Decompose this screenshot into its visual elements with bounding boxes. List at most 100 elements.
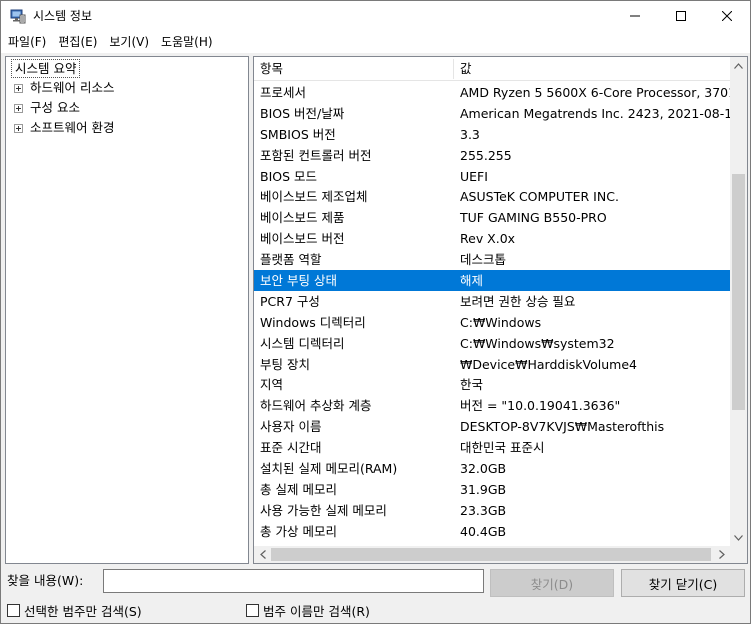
expand-plus-icon[interactable] — [14, 104, 23, 113]
list-row[interactable]: Windows 디렉터리 C:₩Windows — [254, 312, 730, 333]
row-item-name: 보안 부팅 상태 — [260, 273, 337, 289]
row-item-value: 23.3GB — [460, 502, 507, 518]
list-row[interactable]: 프로세서 AMD Ryzen 5 5600X 6-Core Processor, … — [254, 82, 740, 103]
row-item-value: ₩Device₩HarddiskVolume4 — [460, 356, 637, 372]
row-item-name: 사용 가능한 실제 메모리 — [260, 502, 387, 518]
list-row[interactable]: 시스템 디렉터리 C:₩Windows₩system32 — [254, 333, 730, 354]
list-row[interactable]: 표준 시간대 대한민국 표준시 — [254, 437, 730, 458]
title-bar: 시스템 정보 — [1, 1, 750, 31]
row-item-value: C:₩Windows₩system32 — [460, 335, 615, 351]
category-tree[interactable]: 시스템 요약 하드웨어 리소스 구성 요소 소프트웨어 환경 — [5, 56, 249, 564]
row-item-name: BIOS 버전/날짜 — [260, 105, 345, 121]
list-row[interactable]: 베이스보드 버전 Rev X.0x — [254, 228, 730, 249]
scroll-up-icon[interactable] — [730, 57, 747, 74]
row-item-name: 프로세서 — [260, 85, 307, 100]
row-item-name: Windows 디렉터리 — [260, 314, 366, 330]
details-list: 항목 값 프로세서 AMD Ryzen 5 5600X 6-Core Proces… — [253, 56, 748, 564]
system-info-app-icon — [10, 8, 26, 24]
row-item-value: 한국 — [460, 377, 484, 393]
minimize-icon — [630, 15, 640, 17]
search-selected-category-option[interactable]: 선택한 범주만 검색(S) — [7, 601, 142, 620]
row-item-value: 보려면 권한 상승 필요 — [460, 293, 576, 309]
list-row[interactable]: SMBIOS 버전 3.3 — [254, 124, 730, 145]
list-row[interactable]: 플랫폼 역할 데스크톱 — [254, 249, 730, 270]
horizontal-scrollbar[interactable] — [254, 546, 730, 563]
row-item-value: UEFI — [460, 168, 488, 184]
list-row[interactable]: 총 가상 메모리 40.4GB — [254, 521, 730, 542]
list-row[interactable]: BIOS 모드 UEFI — [254, 166, 730, 187]
row-item-name: 총 실제 메모리 — [260, 481, 337, 497]
row-item-value: AMD Ryzen 5 5600X 6-Core Processor, 3701… — [460, 85, 740, 100]
list-row[interactable]: 베이스보드 제조업체 ASUSTeK COMPUTER INC. — [254, 186, 730, 207]
menu-edit[interactable]: 편집(E) — [53, 32, 102, 52]
list-row[interactable]: 지역 한국 — [254, 374, 730, 395]
list-row[interactable]: 보안 부팅 상태 해제 — [254, 270, 730, 291]
scroll-left-icon[interactable] — [254, 546, 271, 563]
menu-view[interactable]: 보기(V) — [104, 32, 154, 52]
row-item-value: 대한민국 표준시 — [460, 440, 545, 456]
list-row[interactable]: 총 실제 메모리 31.9GB — [254, 479, 730, 500]
row-item-value: 255.255 — [460, 147, 512, 163]
search-selected-category-checkbox[interactable] — [7, 604, 20, 617]
expand-plus-icon[interactable] — [14, 84, 23, 93]
search-category-names-option[interactable]: 범주 이름만 검색(R) — [246, 601, 370, 620]
column-divider[interactable] — [453, 59, 454, 79]
list-row[interactable]: 하드웨어 추상화 계층 버전 = "10.0.19041.3636" — [254, 395, 730, 416]
search-category-names-checkbox[interactable] — [246, 604, 259, 617]
find-input[interactable] — [103, 569, 484, 593]
row-item-value: 32.0GB — [460, 461, 507, 477]
list-row[interactable]: 베이스보드 제품 TUF GAMING B550-PRO — [254, 207, 730, 228]
tree-root-label: 시스템 요약 — [11, 59, 81, 78]
column-header-value[interactable]: 값 — [460, 60, 472, 78]
list-row[interactable]: BIOS 버전/날짜 American Megatrends Inc. 2423,… — [254, 103, 740, 124]
search-category-names-label: 범주 이름만 검색(R) — [263, 604, 370, 619]
row-item-name: 시스템 디렉터리 — [260, 335, 345, 351]
list-row[interactable]: 포함된 컨트롤러 버전 255.255 — [254, 145, 730, 166]
list-header: 항목 값 — [254, 57, 730, 81]
search-selected-category-label: 선택한 범주만 검색(S) — [24, 604, 142, 619]
close-find-button[interactable]: 찾기 닫기(C) — [621, 569, 745, 597]
row-item-name: 사용자 이름 — [260, 419, 322, 435]
list-row[interactable]: 부팅 장치 ₩Device₩HarddiskVolume4 — [254, 354, 730, 375]
vertical-scroll-thumb[interactable] — [732, 174, 745, 410]
maximize-icon — [676, 11, 686, 21]
row-item-name: 표준 시간대 — [260, 440, 322, 456]
menu-help[interactable]: 도움말(H) — [156, 32, 218, 52]
find-label: 찾을 내용(W): — [7, 573, 84, 588]
row-item-value: American Megatrends Inc. 2423, 2021-08-1… — [460, 105, 741, 121]
find-button[interactable]: 찾기(D) — [490, 569, 614, 597]
column-header-item[interactable]: 항목 — [260, 60, 283, 78]
row-item-name: 포함된 컨트롤러 버전 — [260, 147, 372, 163]
row-item-value: 40.4GB — [460, 523, 507, 539]
scrollbar-corner — [730, 546, 747, 563]
row-item-value: DESKTOP-8V7KVJS₩Masterofthis — [460, 419, 665, 435]
row-item-value: C:₩Windows — [460, 314, 542, 330]
row-item-name: 설치된 실제 메모리(RAM) — [260, 461, 398, 477]
scroll-right-icon[interactable] — [713, 546, 730, 563]
list-row[interactable]: 사용 가능한 실제 메모리 23.3GB — [254, 500, 730, 521]
row-item-name: BIOS 모드 — [260, 168, 318, 184]
row-item-value: Rev X.0x — [460, 231, 516, 247]
row-item-value: TUF GAMING B550-PRO — [460, 210, 607, 226]
expand-plus-icon[interactable] — [14, 124, 23, 133]
row-item-value: ASUSTeK COMPUTER INC. — [460, 189, 619, 205]
vertical-scrollbar[interactable] — [730, 57, 747, 546]
list-row[interactable]: 설치된 실제 메모리(RAM) 32.0GB — [254, 458, 730, 479]
row-item-name: 베이스보드 제조업체 — [260, 189, 368, 205]
row-item-value: 버전 = "10.0.19041.3636" — [460, 398, 621, 414]
scroll-down-icon[interactable] — [730, 529, 747, 546]
tree-item-label: 소프트웨어 환경 — [30, 120, 115, 135]
list-row[interactable]: PCR7 구성 보려면 권한 상승 필요 — [254, 291, 730, 312]
horizontal-scroll-thumb[interactable] — [271, 548, 711, 561]
maximize-button[interactable] — [658, 1, 704, 31]
close-button[interactable] — [704, 1, 750, 31]
row-item-name: 하드웨어 추상화 계층 — [260, 398, 372, 414]
menu-bar: 파일(F) 편집(E) 보기(V) 도움말(H) — [1, 31, 750, 53]
menu-file[interactable]: 파일(F) — [3, 32, 51, 52]
minimize-button[interactable] — [612, 1, 658, 31]
row-item-value: 데스크톱 — [460, 252, 507, 268]
system-info-window: 시스템 정보 파일(F) 편집(E) 보기(V) 도움말(H) 시스템 요약 하… — [0, 0, 751, 624]
list-row[interactable]: 사용자 이름 DESKTOP-8V7KVJS₩Masterofthis — [254, 416, 730, 437]
row-item-name: 플랫폼 역할 — [260, 252, 322, 268]
list-rows: 프로세서 AMD Ryzen 5 5600X 6-Core Processor, … — [254, 82, 740, 542]
